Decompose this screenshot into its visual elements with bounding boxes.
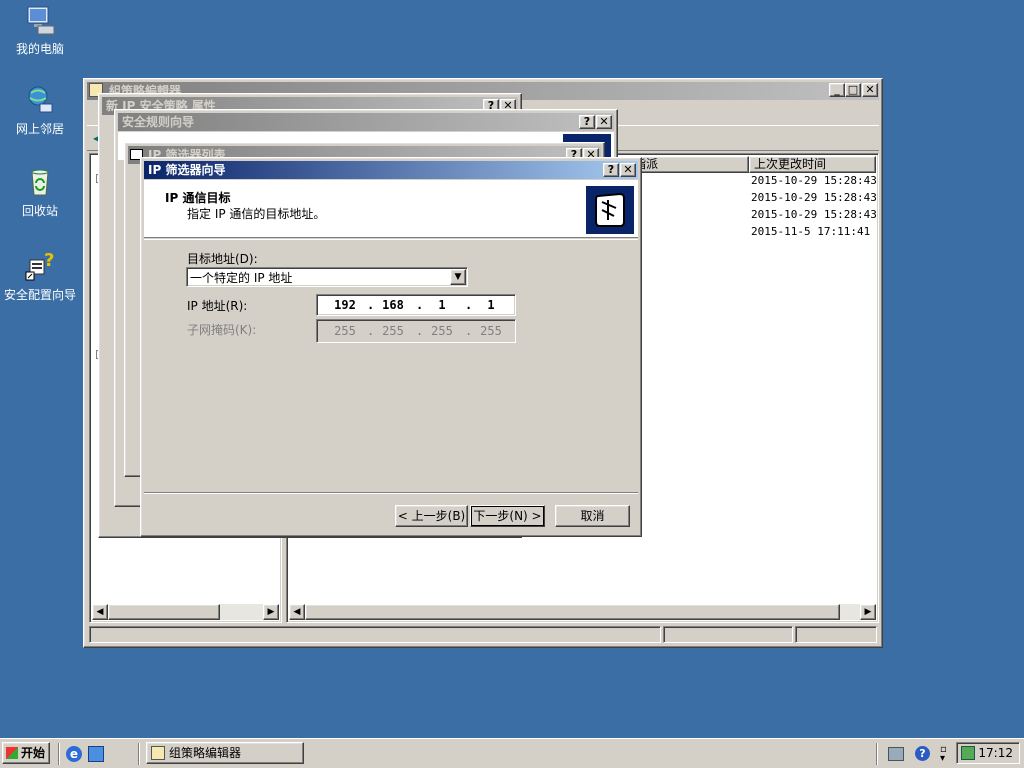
ie-icon[interactable]: e [66, 746, 82, 762]
close-button[interactable]: ✕ [620, 163, 636, 177]
desktop-icon-my-computer[interactable]: 我的电脑 [0, 4, 80, 57]
help-button[interactable]: ? [603, 163, 619, 177]
desktop-icon-label: 网上邻居 [15, 122, 64, 136]
ip-octet-1[interactable]: 192 [331, 298, 359, 312]
subnet-mask-label: 子网掩码(K): [187, 323, 257, 337]
filter-wizard-title: IP 筛选器向导 [148, 163, 226, 177]
wizard-subheading: 指定 IP 通信的目标地址。 [187, 207, 326, 221]
scroll-thumb[interactable] [305, 604, 840, 620]
ip-filter-wizard: IP 筛选器向导 ? ✕ IP 通信目标 指定 IP 通信的目标地址。 目标地址… [140, 157, 642, 537]
tree-hscrollbar[interactable]: ◀ ▶ [92, 604, 279, 620]
wizard-heading: IP 通信目标 [165, 191, 231, 205]
help-tray-icon[interactable]: ? [915, 746, 930, 761]
quicklaunch-divider [58, 743, 60, 765]
desktop-icon-label: 回收站 [21, 204, 58, 218]
table-row[interactable]: 2015-11-5 17:11:41 [751, 225, 870, 238]
desktop-icon-label: 安全配置向导 [3, 288, 76, 302]
wizard-scroll-icon [586, 186, 634, 234]
close-button[interactable]: ✕ [862, 83, 878, 97]
ip-address-field[interactable]: 192 . 168 . 1 . 1 [316, 294, 516, 316]
wizard-header: IP 通信目标 指定 IP 通信的目标地址。 [144, 180, 638, 238]
back-button[interactable]: < 上一步(B) [395, 505, 468, 527]
subnet-mask-field: 255 . 255 . 255 . 255 [316, 319, 516, 343]
ip-octet-3[interactable]: 1 [428, 298, 456, 312]
status-pane-1 [89, 626, 661, 643]
dest-address-label: 目标地址(D): [187, 252, 258, 266]
list-hscrollbar[interactable]: ◀ ▶ [289, 604, 876, 620]
minimize-button[interactable]: _ [829, 83, 845, 97]
ip-octet-2[interactable]: 168 [379, 298, 407, 312]
scroll-left-button[interactable]: ◀ [289, 604, 305, 620]
system-tray: 17:12 [956, 742, 1020, 764]
desktop-icon-recycle-bin[interactable]: 回收站 [0, 166, 80, 219]
table-row[interactable]: 2015-10-29 15:28:43 [751, 208, 877, 221]
gpe-task-icon [151, 746, 165, 760]
status-pane-3 [795, 626, 877, 643]
desktop-icon-label: 我的电脑 [15, 42, 64, 56]
tray-divider [876, 743, 878, 765]
filter-wizard-titlebar[interactable]: IP 筛选器向导 [144, 161, 638, 179]
explorer-icon[interactable] [88, 746, 104, 762]
status-pane-2 [663, 626, 793, 643]
maximize-button[interactable]: □ [845, 83, 861, 97]
ip-address-label: IP 地址(R): [187, 299, 248, 313]
dest-address-select[interactable]: 一个特定的 IP 地址 ▼ [186, 267, 468, 287]
table-row[interactable]: 2015-10-29 15:28:43 [751, 174, 877, 187]
button-divider [144, 492, 638, 494]
close-button[interactable]: ✕ [596, 115, 612, 129]
desktop-icon-network[interactable]: 网上邻居 [0, 84, 80, 137]
next-button[interactable]: 下一步(N) > [470, 505, 545, 527]
svg-text:?: ? [44, 250, 54, 271]
security-tray-icon[interactable] [961, 746, 975, 760]
windows-tray-icon[interactable]: ▫ ▾ [940, 745, 950, 764]
network-tray-icon[interactable] [888, 747, 904, 761]
recycle-bin-icon [24, 166, 56, 198]
clock[interactable]: 17:12 [978, 746, 1013, 760]
help-button[interactable]: ? [579, 115, 595, 129]
security-wizard-icon: ? [24, 250, 56, 282]
table-row[interactable]: 2015-10-29 15:28:43 [751, 191, 877, 204]
taskbar-task-gpe[interactable]: 组策略编辑器 [146, 742, 304, 764]
computer-icon [24, 4, 56, 36]
header-divider [144, 239, 638, 240]
taskbar-divider [138, 743, 140, 765]
scroll-left-button[interactable]: ◀ [92, 604, 108, 620]
windows-logo-icon [6, 747, 18, 759]
desktop-icon-security-wizard[interactable]: ? 安全配置向导 [0, 250, 80, 303]
column-header-last-modified[interactable]: 上次更改时间 [749, 156, 876, 173]
network-icon [24, 84, 56, 116]
ip-octet-4[interactable]: 1 [477, 298, 505, 312]
scroll-thumb[interactable] [108, 604, 220, 620]
taskbar: 开始 e 组策略编辑器 ? ▫ ▾ 17:12 [0, 738, 1024, 768]
start-button[interactable]: 开始 [2, 742, 50, 764]
scroll-right-button[interactable]: ▶ [263, 604, 279, 620]
scroll-right-button[interactable]: ▶ [860, 604, 876, 620]
cancel-button[interactable]: 取消 [555, 505, 630, 527]
chevron-down-icon[interactable]: ▼ [450, 269, 466, 285]
rule-wizard-titlebar[interactable]: 安全规则向导 [118, 113, 614, 131]
rule-wizard-title: 安全规则向导 [122, 115, 195, 129]
